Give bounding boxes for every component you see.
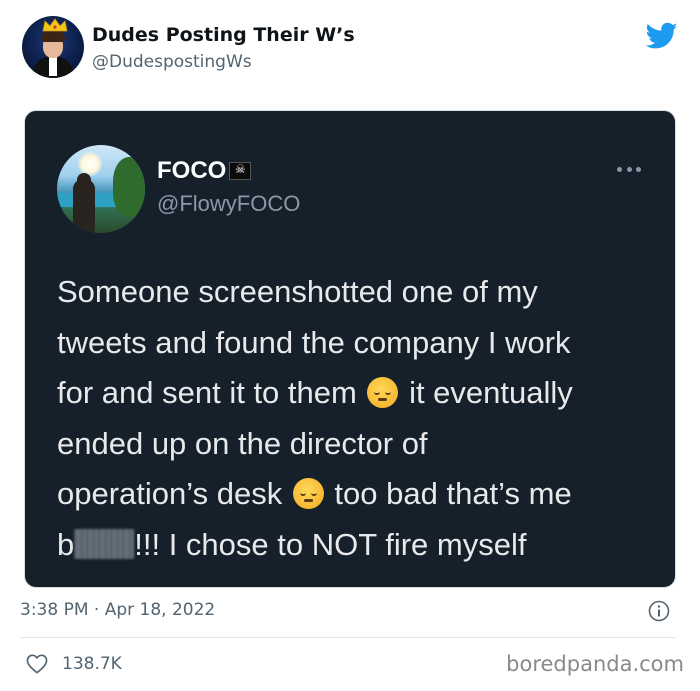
tweet-line: b!!! I chose to NOT fire myself	[57, 526, 527, 562]
heart-icon	[26, 654, 48, 674]
avatar-person	[73, 179, 95, 233]
pensive-face-emoji	[367, 377, 399, 408]
crown-icon	[42, 18, 68, 32]
censored-word	[74, 528, 135, 559]
info-icon[interactable]	[648, 600, 670, 622]
author-avatar[interactable]	[22, 16, 84, 78]
embedded-author-name: FOCO ☠	[157, 157, 252, 185]
more-options-icon	[617, 165, 641, 173]
like-count: 138.7K	[62, 654, 122, 674]
tweet-line: for and sent it to them it eventually	[57, 375, 573, 410]
tweet-line: ended up on the director of	[57, 425, 428, 461]
tweet-line: tweets and found the company I work	[57, 324, 571, 360]
watermark: boredpanda.com	[506, 652, 684, 676]
divider	[20, 637, 676, 638]
pensive-face-emoji	[292, 478, 324, 509]
embedded-tweet-screenshot: FOCO ☠ @FlowyFOCO Someone screenshotted …	[24, 110, 676, 588]
twitter-bird-icon[interactable]	[646, 22, 678, 50]
tweet-line: operation’s desk too bad that’s me	[57, 476, 572, 511]
avatar-tree	[113, 157, 145, 217]
tweet-timestamp[interactable]: 3:38 PM · Apr 18, 2022	[20, 600, 215, 620]
author-name[interactable]: Dudes Posting Their W’s	[92, 24, 355, 46]
like-button[interactable]: 138.7K	[26, 654, 122, 674]
embedded-author-avatar	[57, 145, 145, 233]
tweet-header: Dudes Posting Their W’s @DudespostingWs	[22, 16, 678, 80]
tweet-line: Someone screenshotted one of my	[57, 274, 538, 309]
author-handle[interactable]: @DudespostingWs	[92, 52, 252, 72]
embedded-author-name-text: FOCO	[157, 157, 227, 184]
pirate-flag-icon: ☠	[229, 162, 252, 180]
avatar-shirt	[49, 56, 57, 76]
tweet-card: Dudes Posting Their W’s @DudespostingWs …	[0, 0, 700, 691]
embedded-tweet-text: Someone screenshotted one of my tweets a…	[57, 267, 657, 570]
embedded-author-handle: @FlowyFOCO	[157, 191, 301, 216]
